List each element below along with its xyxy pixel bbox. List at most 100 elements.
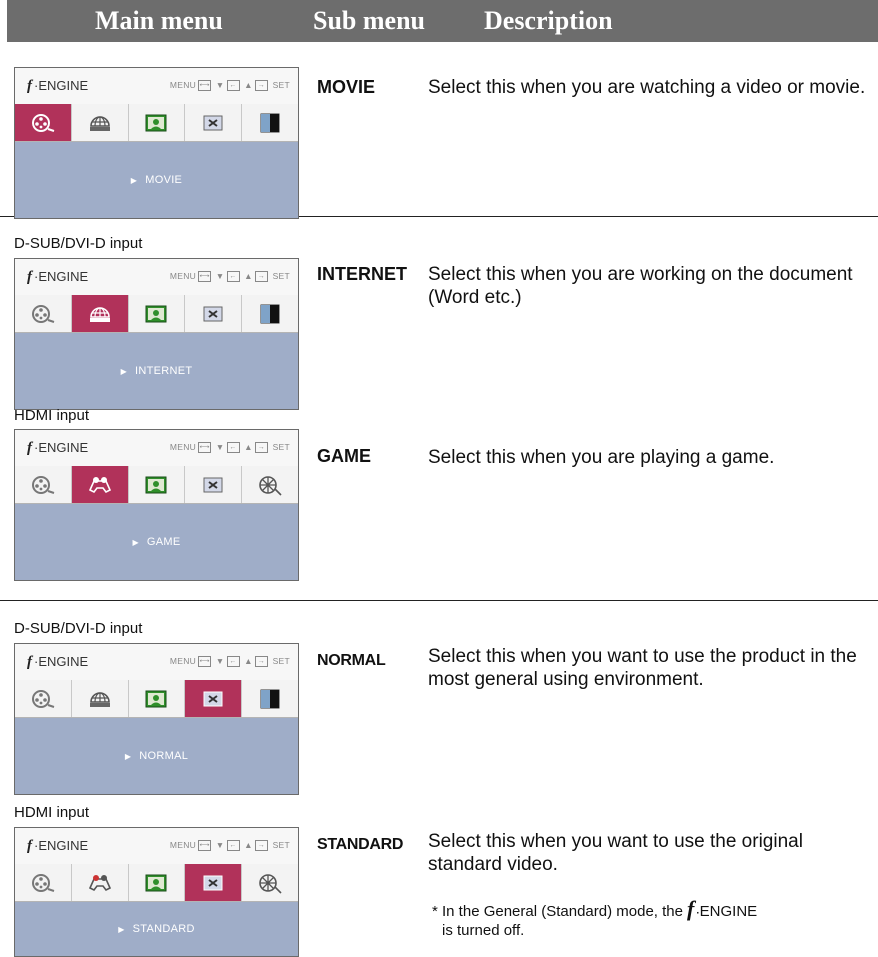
up-arrow-icon: ▲: [244, 271, 253, 281]
set-hint-label: SET: [272, 271, 290, 281]
osd-title-bar: f ·ENGINE MENU ⟷ ▼ ← ▲ → SET: [15, 828, 298, 865]
osd-submenu-label: STANDARD: [132, 923, 195, 935]
note-brand: ENGINE: [699, 903, 758, 920]
right-key-icon: →: [254, 656, 268, 668]
right-key-icon: →: [254, 840, 268, 852]
f-engine-logo-icon: f: [27, 440, 32, 456]
osd-control-hints: MENU ⟷ ▼ ← ▲ → SET: [170, 840, 290, 852]
osd-panel: f ·ENGINE MENU ⟷ ▼ ← ▲ → SET ▶ MOVIE: [14, 67, 299, 219]
submenu-name: GAME: [317, 446, 371, 466]
f-engine-logo-icon: f: [27, 838, 32, 854]
osd-submenu-bar: ▶ INTERNET: [15, 333, 298, 409]
section-divider: [0, 600, 878, 601]
normal-icon: [185, 104, 243, 141]
osd-submenu-label: NORMAL: [139, 750, 189, 762]
header-main-menu: Main menu: [95, 6, 223, 35]
right-key-icon: →: [254, 80, 268, 92]
contrast-icon: [242, 680, 298, 717]
internet-icon: [71, 680, 129, 717]
menu-hint-label: MENU: [169, 442, 197, 452]
play-arrow-icon: ▶: [132, 537, 139, 547]
submenu-name: STANDARD: [317, 836, 404, 853]
down-arrow-icon: ▼: [215, 840, 225, 850]
movie-icon: [15, 680, 72, 717]
movie-icon: [15, 104, 72, 141]
f-engine-logo-icon: f: [27, 78, 32, 94]
f-engine-brand: f ·ENGINE: [27, 838, 89, 854]
play-arrow-icon: ▶: [118, 924, 125, 934]
menu-key-icon: ⟷: [198, 656, 212, 668]
contrast-icon: [242, 104, 298, 141]
osd-mode-icons: [15, 466, 298, 504]
contrast-icon: [242, 295, 298, 332]
normal-icon: [185, 466, 243, 503]
osd-panel: f ·ENGINE MENU ⟷ ▼ ← ▲ → SET ▶ GAME: [14, 429, 299, 581]
play-arrow-icon: ▶: [124, 751, 132, 761]
osd-submenu-bar: ▶ NORMAL: [15, 718, 298, 794]
picture-icon: [128, 466, 186, 503]
menu-hint-label: MENU: [169, 271, 197, 281]
set-hint-label: SET: [272, 80, 290, 90]
submenu-description: Select this when you want to use the ori…: [428, 831, 803, 875]
submenu-description: Select this when you are watching a vide…: [428, 77, 866, 98]
osd-control-hints: MENU ⟷ ▼ ← ▲ → SET: [169, 271, 290, 283]
film-reel-icon: [242, 466, 298, 503]
submenu-name: INTERNET: [317, 264, 407, 284]
play-arrow-icon: ▶: [130, 175, 138, 185]
input-label: HDMI input: [14, 804, 90, 821]
osd-title-bar: f ·ENGINE MENU ⟷ ▼ ← ▲ → SET: [15, 644, 298, 681]
set-hint-label: SET: [272, 442, 290, 452]
osd-title-bar: f ·ENGINE MENU ⟷ ▼ ← ▲ → SET: [15, 259, 298, 296]
menu-key-icon: ⟷: [198, 840, 212, 852]
f-engine-brand: f ·ENGINE: [27, 269, 89, 285]
input-label: HDMI input: [14, 407, 90, 424]
film-reel-icon: [242, 864, 298, 901]
f-engine-logo-icon: f: [686, 896, 695, 921]
movie-icon: [15, 864, 72, 901]
osd-submenu-bar: ▶ MOVIE: [15, 142, 298, 218]
game-icon: [71, 466, 129, 503]
osd-mode-icons: [15, 104, 298, 142]
input-label: D-SUB/DVI-D input: [14, 620, 143, 637]
f-engine-brand: f ·ENGINE: [27, 440, 89, 456]
normal-icon: [185, 680, 243, 717]
menu-hint-label: MENU: [169, 80, 197, 90]
osd-panel: f ·ENGINE MENU ⟷ ▼ ← ▲ → SET ▶ NORMAL: [14, 643, 299, 795]
picture-icon: [128, 104, 186, 141]
standard-mode-note: * In the General (Standard) mode, the f ·E…: [432, 896, 758, 940]
picture-icon: [128, 295, 186, 332]
osd-mode-icons: [15, 295, 298, 333]
down-arrow-icon: ▼: [215, 656, 225, 666]
f-engine-logo-icon: f: [27, 654, 32, 670]
internet-icon: [71, 104, 129, 141]
normal-icon: [185, 295, 243, 332]
osd-submenu-label: MOVIE: [145, 174, 183, 186]
up-arrow-icon: ▲: [244, 80, 253, 90]
down-arrow-icon: ▼: [215, 442, 225, 452]
picture-icon: [128, 864, 186, 901]
menu-hint-label: MENU: [169, 656, 197, 666]
set-hint-label: SET: [272, 656, 290, 666]
osd-title-bar: f ·ENGINE MENU ⟷ ▼ ← ▲ → SET: [15, 430, 298, 467]
down-arrow-icon: ▼: [215, 80, 225, 90]
f-engine-brand: f ·ENGINE: [27, 654, 89, 670]
left-key-icon: ←: [226, 80, 240, 92]
osd-submenu-label: INTERNET: [135, 365, 193, 377]
osd-control-hints: MENU ⟷ ▼ ← ▲ → SET: [169, 656, 290, 668]
menu-key-icon: ⟷: [198, 80, 212, 92]
note-suffix: is turned off.: [442, 922, 525, 939]
note-prefix: * In the General (Standard) mode, the: [432, 903, 683, 920]
osd-panel: f ·ENGINE MENU ⟷ ▼ ← ▲ → SET ▶ STANDARD: [14, 827, 299, 957]
header-description: Description: [484, 6, 613, 35]
f-engine-brand: f ·ENGINE: [27, 78, 89, 94]
osd-mode-icons: [15, 864, 298, 902]
movie-icon: [15, 466, 72, 503]
submenu-name: NORMAL: [317, 652, 386, 669]
submenu-description: Select this when you are playing a game.: [428, 447, 775, 468]
picture-icon: [128, 680, 186, 717]
osd-control-hints: MENU ⟷ ▼ ← ▲ → SET: [169, 442, 290, 454]
osd-submenu-bar: ▶ GAME: [15, 504, 298, 580]
up-arrow-icon: ▲: [244, 656, 253, 666]
play-arrow-icon: ▶: [120, 366, 128, 376]
f-engine-logo-icon: f: [27, 269, 32, 285]
